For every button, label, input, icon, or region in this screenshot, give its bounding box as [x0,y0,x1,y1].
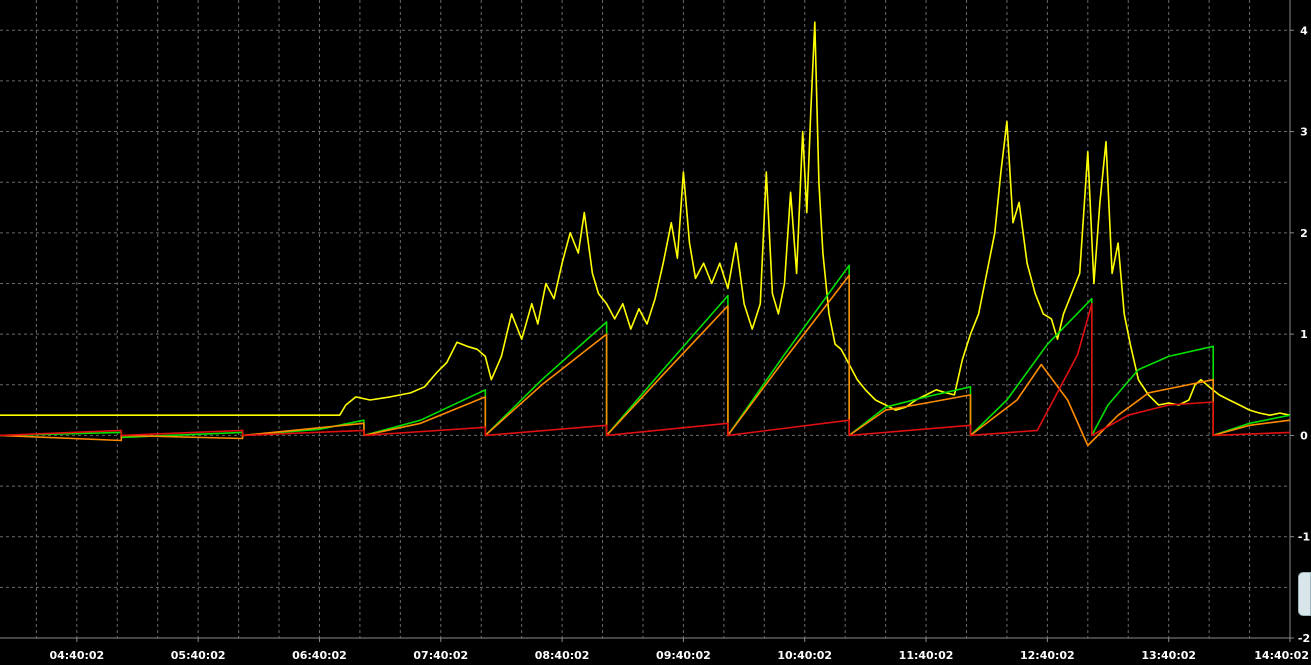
line-chart: -2 -1 0 1 2 3 4 04:40:02 05:40:02 06:40:02 07:40:0… [0,0,1311,665]
x-tick-label: 12:40:02 [1020,649,1075,662]
y-tick-label: 3 [1300,126,1308,139]
x-tick-label: 07:40:02 [413,649,468,662]
y-tick-label: 0 [1300,429,1308,442]
chart-background [0,0,1311,665]
y-tick-label: 1 [1300,328,1308,341]
x-tick-label: 11:40:02 [899,649,954,662]
y-tick-label: -1 [1298,531,1310,544]
x-tick-label: 13:40:02 [1141,649,1196,662]
x-tick-label: 05:40:02 [171,649,226,662]
y-tick-label: 4 [1300,24,1308,37]
x-tick-label: 08:40:02 [535,649,590,662]
panel-toggle-handle[interactable] [1298,572,1311,616]
x-tick-label: 04:40:02 [49,649,104,662]
x-tick-label: 10:40:02 [777,649,832,662]
x-tick-label: 06:40:02 [292,649,347,662]
x-tick-label: 09:40:02 [656,649,711,662]
y-tick-label: 2 [1300,227,1308,240]
x-tick-label: 14:40:02 [1254,649,1309,662]
y-tick-label: -2 [1298,632,1310,645]
